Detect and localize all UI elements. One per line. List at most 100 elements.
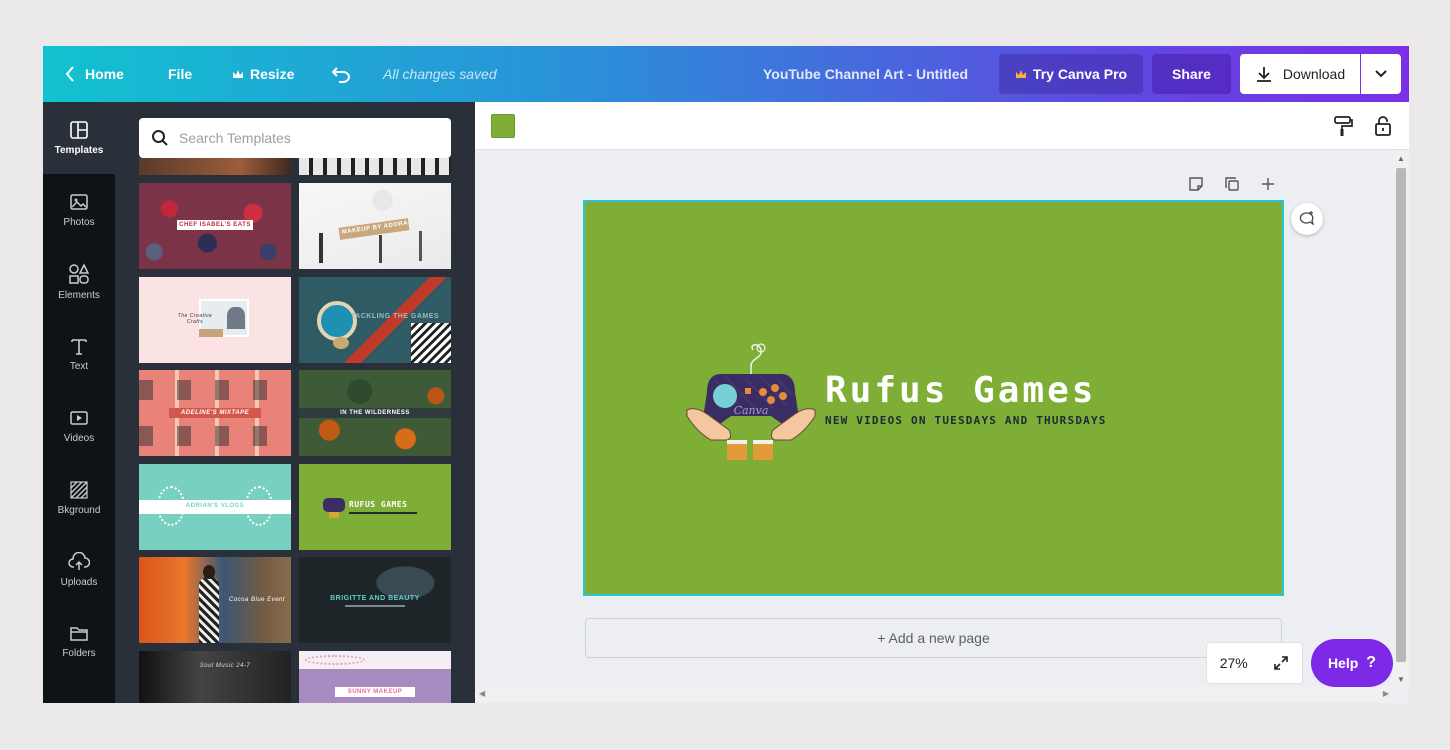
template-label: SUNNY MAKEUP <box>335 687 415 697</box>
share-label: Share <box>1172 66 1211 82</box>
undo-button[interactable] <box>331 46 351 102</box>
template-thumbnail[interactable]: IN THE WILDERNESS <box>299 370 451 456</box>
lock-button[interactable] <box>1371 114 1395 138</box>
add-note-button[interactable] <box>1186 174 1206 194</box>
download-label: Download <box>1282 66 1346 82</box>
duplicate-page-button[interactable] <box>1222 174 1242 194</box>
template-thumbnail[interactable] <box>299 158 451 175</box>
channel-subtitle-text[interactable]: NEW VIDEOS ON TUESDAYS AND THURSDAYS <box>825 414 1107 427</box>
add-new-page-button[interactable]: + Add a new page <box>585 618 1282 658</box>
document-title-text: YouTube Channel Art - Untitled <box>763 66 969 82</box>
template-label: Cocoa Blue Event <box>229 597 286 603</box>
share-button[interactable]: Share <box>1152 54 1231 94</box>
template-thumbnail[interactable]: ADELINE'S MIXTAPE <box>139 370 291 456</box>
rail-item-videos[interactable]: Videos <box>43 390 115 462</box>
resize-button[interactable]: Resize <box>232 46 294 102</box>
template-label: IN THE WILDERNESS <box>299 408 451 418</box>
chevron-left-icon <box>65 66 74 82</box>
search-templates-input[interactable]: Search Templates <box>139 118 451 158</box>
document-title[interactable]: YouTube Channel Art - Untitled <box>763 46 968 102</box>
templates-panel: CHEF ISABEL'S EATS MAKEUP BY ADORA The C… <box>115 102 475 703</box>
rail-item-text[interactable]: Text <box>43 318 115 390</box>
fullscreen-icon[interactable] <box>1273 655 1289 671</box>
try-canva-pro-button[interactable]: Try Canva Pro <box>999 54 1143 94</box>
top-bar: Home File Resize All changes saved YouTu… <box>43 46 1409 102</box>
chevron-down-icon <box>1375 70 1387 78</box>
copy-style-button[interactable] <box>1331 114 1355 138</box>
uploads-icon <box>68 552 90 570</box>
side-rail: Templates Photos Elements Text Videos Bk… <box>43 102 115 703</box>
file-menu[interactable]: File <box>168 46 192 102</box>
canva-logo-text: Canva <box>734 404 769 417</box>
help-label: Help <box>1327 655 1359 671</box>
rail-label: Uploads <box>60 577 98 588</box>
gamepad-logo-icon[interactable]: Canva <box>685 336 817 466</box>
rail-item-photos[interactable]: Photos <box>43 174 115 246</box>
question-icon: ? <box>1366 654 1377 671</box>
elements-icon <box>69 263 90 284</box>
template-label: TACKLING THE GAMES <box>350 313 440 320</box>
zoom-control[interactable]: 27% <box>1206 642 1303 684</box>
search-placeholder: Search Templates <box>179 130 291 146</box>
template-thumbnail[interactable]: ADRIAN'S VLOGS <box>139 464 291 550</box>
download-button[interactable]: Download <box>1240 54 1360 94</box>
background-color-swatch[interactable] <box>491 114 515 138</box>
rail-item-background[interactable]: Bkground <box>43 462 115 534</box>
home-button[interactable]: Home <box>65 46 124 102</box>
try-canva-pro-label: Try Canva Pro <box>1032 66 1128 82</box>
template-label: CHEF ISABEL'S EATS <box>177 220 253 230</box>
templates-icon <box>70 121 88 139</box>
help-button[interactable]: Help ? <box>1311 639 1393 687</box>
note-icon <box>1189 177 1203 191</box>
template-thumbnail[interactable]: Cocoa Blue Event <box>139 557 291 643</box>
template-thumbnail[interactable]: SUNNY MAKEUP <box>299 651 451 703</box>
template-thumbnail[interactable] <box>139 158 291 175</box>
comment-add-icon <box>1299 211 1315 226</box>
channel-title-text[interactable]: Rufus Games <box>825 370 1096 411</box>
template-thumbnail[interactable]: Soul Music 24-7 <box>139 651 291 703</box>
scroll-down-icon[interactable]: ▼ <box>1397 675 1405 684</box>
canva-editor: Home File Resize All changes saved YouTu… <box>43 46 1409 703</box>
rail-item-templates[interactable]: Templates <box>43 102 115 174</box>
template-thumbnail[interactable]: The Creative Crafts <box>139 277 291 363</box>
rail-label: Bkground <box>57 505 101 516</box>
horizontal-scrollbar[interactable]: ◀ ▶ <box>475 686 1393 703</box>
unlock-icon <box>1375 116 1391 136</box>
rail-label: Text <box>69 361 89 372</box>
add-new-page-label: + Add a new page <box>877 630 990 646</box>
rail-item-elements[interactable]: Elements <box>43 246 115 318</box>
template-thumbnail[interactable]: MAKEUP BY ADORA <box>299 183 451 269</box>
search-icon <box>152 130 168 146</box>
zoom-level[interactable]: 27% <box>1220 655 1248 671</box>
undo-icon <box>331 67 350 83</box>
rail-item-uploads[interactable]: Uploads <box>43 534 115 606</box>
design-page[interactable]: Canva Rufus Games NEW VIDEOS ON TUESDAYS… <box>583 200 1284 596</box>
add-comment-button[interactable] <box>1291 203 1323 235</box>
add-page-icon-button[interactable] <box>1258 174 1278 194</box>
download-options-button[interactable] <box>1361 54 1401 94</box>
template-thumbnail[interactable]: RUFUS GAMES <box>299 464 451 550</box>
template-label: BRIGITTE AND BEAUTY <box>330 595 420 602</box>
rail-item-folders[interactable]: Folders <box>43 606 115 678</box>
scroll-up-icon[interactable]: ▲ <box>1397 154 1405 163</box>
videos-icon <box>70 411 88 425</box>
template-label: The Creative Crafts <box>177 313 213 325</box>
scrollbar-thumb[interactable] <box>1396 168 1406 662</box>
plus-icon <box>1262 178 1274 190</box>
rail-label: Photos <box>63 217 95 228</box>
template-thumbnail[interactable]: CHEF ISABEL'S EATS <box>139 183 291 269</box>
template-label: RUFUS GAMES <box>349 500 408 509</box>
scroll-left-icon[interactable]: ◀ <box>479 689 485 698</box>
vertical-scrollbar[interactable]: ▲ ▼ <box>1393 150 1409 686</box>
editor-toolbar <box>475 102 1409 150</box>
rail-label: Videos <box>63 433 95 444</box>
duplicate-icon <box>1225 177 1239 191</box>
template-thumbnail[interactable]: BRIGITTE AND BEAUTY <box>299 557 451 643</box>
home-label: Home <box>85 66 124 82</box>
rail-label: Elements <box>58 290 100 301</box>
template-thumbnail[interactable]: TACKLING THE GAMES <box>299 277 451 363</box>
text-icon <box>71 339 87 355</box>
paint-roller-icon <box>1334 116 1353 136</box>
file-label: File <box>168 66 193 82</box>
scroll-right-icon[interactable]: ▶ <box>1383 689 1389 698</box>
